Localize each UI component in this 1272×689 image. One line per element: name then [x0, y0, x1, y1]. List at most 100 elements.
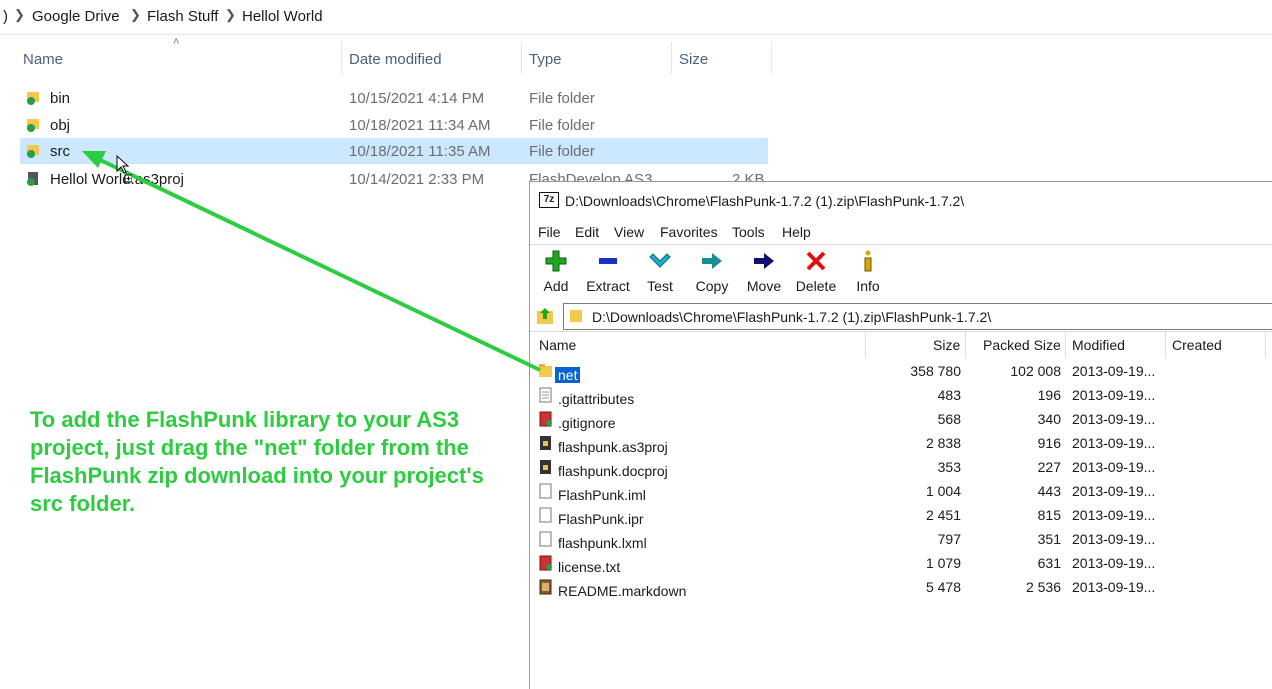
folder-icon [570, 310, 582, 322]
file-type: File folder [529, 143, 595, 160]
delete-x-icon [806, 251, 826, 271]
item-size: 1 004 [925, 483, 961, 499]
column-created[interactable]: Created [1172, 337, 1222, 353]
text-file-icon [539, 387, 552, 403]
column-size[interactable]: Size [933, 337, 960, 353]
project-file-icon [540, 436, 551, 450]
add-label: Add [543, 278, 569, 294]
path-input[interactable]: D:\Downloads\Chrome\FlashPunk-1.7.2 (1).… [563, 303, 1272, 330]
menu-tools[interactable]: Tools [732, 224, 765, 240]
move-arrow-icon [754, 253, 774, 269]
item-size: 5 478 [925, 579, 961, 595]
column-divider[interactable] [671, 42, 672, 74]
item-name-text: README.markdown [558, 583, 687, 599]
menu-favorites[interactable]: Favorites [660, 224, 718, 240]
list-row-selected[interactable]: net 358 780 102 008 2013-09-19... [530, 359, 1272, 383]
column-type[interactable]: Type [529, 51, 562, 68]
breadcrumb-item[interactable]: Google Drive [32, 8, 120, 25]
extract-button[interactable]: Extract [584, 249, 632, 299]
column-size[interactable]: Size [679, 51, 708, 68]
instruction-annotation: To add the FlashPunk library to your AS3… [30, 407, 484, 516]
7zip-logo-icon: 7z [539, 192, 559, 208]
column-packed-size[interactable]: Packed Size [983, 337, 1061, 353]
column-modified[interactable]: Modified [1072, 337, 1125, 353]
item-size: 2 451 [925, 507, 961, 523]
info-button[interactable]: Info [844, 249, 892, 299]
menu-bar: File Edit View Favorites Tools Help [530, 220, 1272, 245]
menu-file[interactable]: File [538, 224, 561, 240]
menu-view[interactable]: View [614, 224, 644, 240]
explorer-column-header: Name Date modified Type Size [0, 44, 780, 76]
file-row-selected[interactable]: src 10/18/2021 11:35 AM File folder [20, 138, 768, 164]
column-divider[interactable] [771, 42, 772, 74]
folder-up-icon[interactable] [534, 306, 556, 326]
window-title-bar[interactable]: 7z D:\Downloads\Chrome\FlashPunk-1.7.2 (… [530, 182, 1272, 220]
item-size: 358 780 [910, 363, 961, 379]
list-row[interactable]: flashpunk.lxml 797 351 2013-09-19... [530, 527, 1272, 551]
list-row[interactable]: flashpunk.as3proj 2 838 916 2013-09-19... [530, 431, 1272, 455]
item-size: 2 838 [925, 435, 961, 451]
column-divider[interactable] [1165, 332, 1166, 358]
item-name-text: FlashPunk.ipr [558, 511, 644, 527]
item-packed-size: 196 [1037, 387, 1061, 403]
window-title: D:\Downloads\Chrome\FlashPunk-1.7.2 (1).… [565, 193, 965, 209]
column-name[interactable]: Name [539, 337, 576, 353]
column-divider[interactable] [965, 332, 966, 358]
item-packed-size: 631 [1037, 555, 1061, 571]
menu-help[interactable]: Help [782, 224, 811, 240]
column-divider[interactable] [341, 42, 342, 74]
info-label: Info [856, 278, 880, 294]
item-packed-size: 227 [1037, 459, 1061, 475]
plus-icon [545, 250, 567, 272]
item-modified: 2013-09-19... [1072, 411, 1156, 427]
test-label: Test [647, 278, 673, 294]
copy-button[interactable]: Copy [688, 249, 736, 299]
breadcrumb-item[interactable]: Flash Stuff [147, 8, 218, 25]
chevron-right-icon: ❯ [130, 7, 141, 22]
copy-arrow-icon [702, 253, 722, 269]
column-name[interactable]: Name [23, 51, 63, 68]
item-name-text: license.txt [558, 559, 621, 575]
menu-edit[interactable]: Edit [575, 224, 599, 240]
list-row[interactable]: FlashPunk.iml 1 004 443 2013-09-19... [530, 479, 1272, 503]
blank-file-icon [539, 507, 552, 523]
move-button[interactable]: Move [740, 249, 788, 299]
extract-label: Extract [586, 278, 630, 294]
item-packed-size: 102 008 [1010, 363, 1061, 379]
column-divider[interactable] [1265, 332, 1266, 358]
list-row[interactable]: flashpunk.docproj 353 227 2013-09-19... [530, 455, 1272, 479]
item-modified: 2013-09-19... [1072, 531, 1156, 547]
item-modified: 2013-09-19... [1072, 363, 1156, 379]
delete-button[interactable]: Delete [792, 249, 840, 299]
add-button[interactable]: Add [532, 249, 580, 299]
item-name-text: FlashPunk.iml [558, 487, 646, 503]
blank-file-icon [539, 483, 552, 499]
item-modified: 2013-09-19... [1072, 459, 1156, 475]
breadcrumb-item[interactable]: ) [3, 8, 8, 25]
column-date-modified[interactable]: Date modified [349, 51, 442, 68]
column-divider[interactable] [521, 42, 522, 74]
item-name-text: net [555, 367, 581, 383]
item-size: 483 [937, 387, 961, 403]
list-row[interactable]: FlashPunk.ipr 2 451 815 2013-09-19... [530, 503, 1272, 527]
item-modified: 2013-09-19... [1072, 507, 1156, 523]
item-modified: 2013-09-19... [1072, 555, 1156, 571]
chevron-right-icon: ❯ [14, 7, 25, 22]
zip-file-manager-window[interactable]: 7z D:\Downloads\Chrome\FlashPunk-1.7.2 (… [529, 181, 1272, 689]
list-row[interactable]: .gitignore 568 340 2013-09-19... [530, 407, 1272, 431]
list-row[interactable]: README.markdown 5 478 2 536 2013-09-19... [530, 575, 1272, 599]
file-row[interactable]: bin 10/15/2021 4:14 PM File folder [20, 85, 768, 111]
file-date: 10/15/2021 4:14 PM [349, 90, 485, 107]
column-divider[interactable] [865, 332, 866, 358]
item-packed-size: 340 [1037, 411, 1061, 427]
project-file-icon [27, 172, 38, 186]
column-divider[interactable] [1065, 332, 1066, 358]
list-row[interactable]: license.txt 1 079 631 2013-09-19... [530, 551, 1272, 575]
file-row[interactable]: obj 10/18/2021 11:34 AM File folder [20, 112, 768, 138]
red-file-icon [539, 555, 552, 571]
breadcrumb: ) ❯ Google Drive ❯ Flash Stuff ❯ Hellol … [0, 0, 1272, 35]
test-button[interactable]: Test [636, 249, 684, 299]
breadcrumb-item[interactable]: Hellol World [242, 8, 323, 25]
list-row[interactable]: .gitattributes 483 196 2013-09-19... [530, 383, 1272, 407]
item-modified: 2013-09-19... [1072, 387, 1156, 403]
